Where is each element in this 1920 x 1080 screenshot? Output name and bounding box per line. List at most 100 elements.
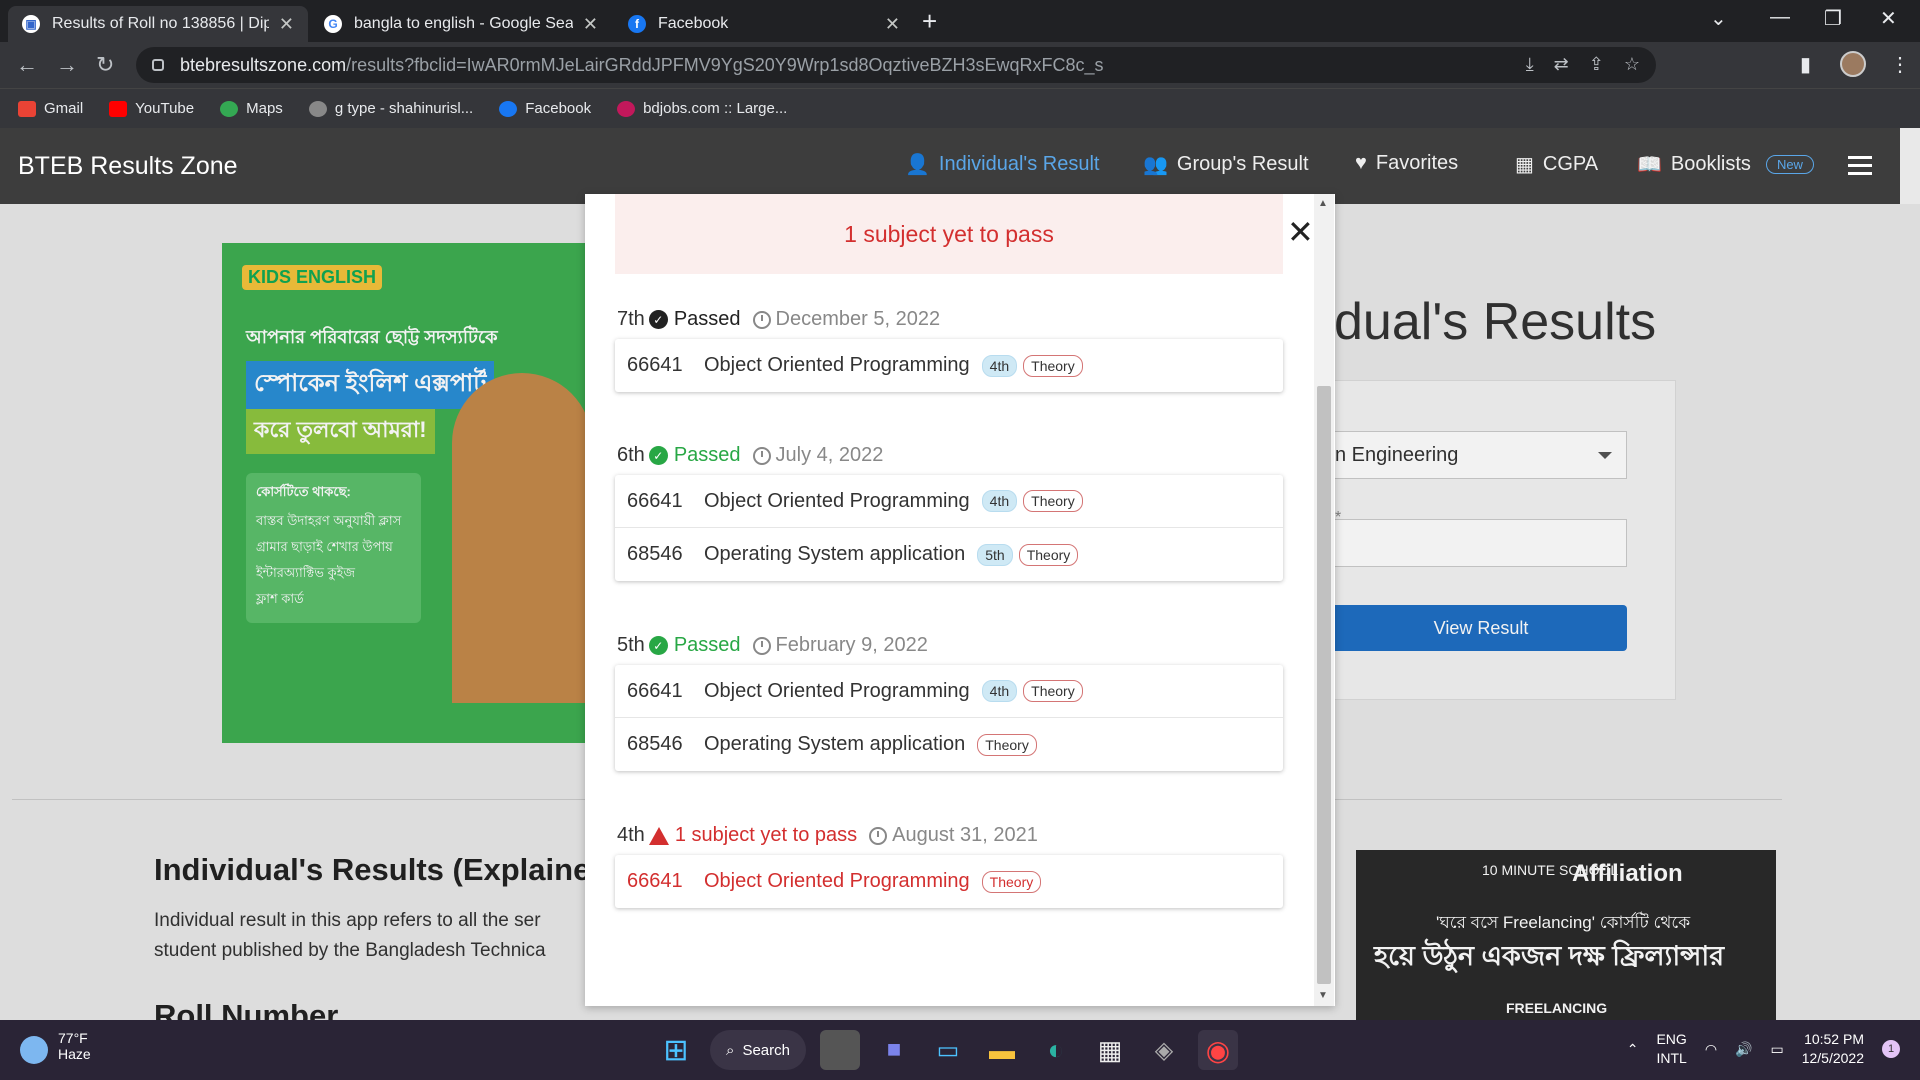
nav-label: Favorites (1375, 152, 1459, 174)
semester-label: 5th (617, 634, 645, 656)
battery-icon[interactable]: ▭ (1770, 1041, 1783, 1058)
time: 10:52 PM (1804, 1031, 1864, 1047)
menu-dots-icon[interactable]: ⋮ (1890, 52, 1910, 77)
tab-title: Facebook (658, 15, 729, 32)
alert-banner: 1 subject yet to pass (615, 194, 1283, 274)
subject-card: 66641 Object Oriented Programming 4th Th… (615, 475, 1283, 581)
bookmark-label: YouTube (135, 100, 195, 117)
taskbar-apps: ⊞ ⌕ Search ■ ▭ ▬ ◐ ▦ ◈ ◉ (656, 1030, 1238, 1070)
clock-icon (752, 446, 771, 465)
semester-label: 4th (617, 824, 645, 846)
url-path: /results?fbclid=IwAR0rmMJeLairGRddJPFMV9… (346, 54, 1104, 75)
close-tab-icon[interactable]: ✕ (885, 14, 900, 35)
bookmark-star-icon[interactable]: ☆ (1624, 54, 1640, 75)
tab-strip: ▣ Results of Roll no 138856 | Diplo ✕ G … (0, 0, 1920, 42)
semester-tag: 4th (981, 354, 1018, 377)
notification-badge[interactable]: 1 (1882, 1040, 1900, 1058)
nav-group-result[interactable]: 👥 Group's Result (1143, 152, 1309, 177)
search-icon: ⌕ (726, 1041, 735, 1059)
bookmark-label: g type - shahinurisl... (334, 100, 474, 117)
scroll-down-icon[interactable]: ▼ (1318, 990, 1328, 1001)
temperature: 77°F (58, 1030, 88, 1046)
tab-results[interactable]: ▣ Results of Roll no 138856 | Diplo ✕ (8, 6, 308, 42)
side-panel-icon[interactable]: ▮ (1800, 52, 1811, 77)
close-tab-icon[interactable]: ✕ (279, 14, 294, 35)
bookmark-facebook[interactable]: Facebook (499, 100, 591, 117)
result-modal: 1 subject yet to pass ✕ 7th ✓ Passed Dec… (585, 194, 1335, 1006)
type-tag: Theory (1023, 680, 1083, 702)
windows-start-icon[interactable]: ⊞ (656, 1030, 696, 1070)
subject-card: 66641 Object Oriented Programming 4th Th… (615, 665, 1283, 771)
weather-condition: Haze (58, 1046, 91, 1062)
taskbar-search[interactable]: ⌕ Search (710, 1030, 806, 1070)
store-icon[interactable]: ▦ (1090, 1030, 1130, 1070)
nav-booklists[interactable]: 📖 Booklists New (1637, 152, 1814, 177)
tab-search-icon[interactable]: ⌄ (1710, 6, 1727, 31)
bookmark-label: Gmail (44, 100, 84, 117)
forward-icon[interactable]: → (56, 52, 78, 78)
edge-icon[interactable]: ◐ (1036, 1030, 1076, 1070)
weather-icon (20, 1036, 48, 1064)
volume-icon[interactable]: 🔊 (1735, 1041, 1752, 1058)
close-window-button[interactable]: ✕ (1880, 6, 1897, 31)
type-tag: Theory (977, 733, 1037, 756)
address-bar[interactable]: btebresultszone.com/results?fbclid=IwAR0… (136, 47, 1656, 83)
nav-label: Group's Result (1176, 153, 1309, 175)
task-view-icon[interactable] (820, 1030, 860, 1070)
semester-tag: 4th (981, 680, 1018, 702)
scroll-up-icon[interactable]: ▲ (1318, 198, 1328, 209)
file-explorer-icon[interactable]: ▬ (982, 1030, 1022, 1070)
nav-cgpa[interactable]: ▦ CGPA (1515, 152, 1598, 177)
bookmark-bdjobs[interactable]: bdjobs.com :: Large... (617, 100, 787, 117)
widgets-icon[interactable]: ▭ (928, 1030, 968, 1070)
bookmark-gtype[interactable]: g type - shahinurisl... (308, 100, 474, 117)
maps-icon (220, 100, 239, 117)
minimize-button[interactable]: — (1770, 6, 1790, 29)
check-circle-icon: ✓ (648, 446, 668, 465)
wifi-icon[interactable]: ◠ (1705, 1041, 1717, 1058)
lock-icon (152, 59, 164, 71)
language-indicator[interactable]: ENG INTL (1656, 1030, 1686, 1068)
semester-date: February 9, 2022 (775, 634, 928, 656)
taskbar-clock[interactable]: 10:52 PM 12/5/2022 (1802, 1030, 1864, 1068)
restore-button[interactable]: ❐ (1824, 6, 1842, 31)
bookmark-maps[interactable]: Maps (220, 100, 283, 117)
facebook-icon: f (628, 15, 646, 33)
app-icon[interactable]: ◈ (1144, 1030, 1184, 1070)
nav-favorites[interactable]: ♥ Favorites (1355, 152, 1458, 175)
new-tab-button[interactable]: + (922, 6, 937, 37)
heart-icon: ♥ (1355, 152, 1367, 174)
install-icon[interactable]: ⤓ (1526, 54, 1534, 75)
bookmark-gmail[interactable]: Gmail (18, 100, 83, 117)
profile-avatar[interactable] (1840, 51, 1866, 77)
semester-label: 6th (617, 444, 645, 466)
scrollbar-thumb[interactable] (1317, 386, 1331, 984)
translate-icon[interactable]: ⇄ (1554, 54, 1569, 75)
semester-header: 6th ✓ Passed July 4, 2022 (617, 444, 883, 467)
subject-code: 66641 (627, 679, 683, 702)
chevron-up-icon[interactable]: ⌃ (1627, 1041, 1639, 1058)
chrome-icon[interactable]: ◉ (1198, 1030, 1238, 1070)
site-favicon-icon: ▣ (22, 15, 40, 33)
back-icon[interactable]: ← (16, 52, 38, 78)
bookmark-youtube[interactable]: YouTube (109, 100, 194, 117)
type-tag: Theory (1018, 543, 1079, 566)
system-tray: ⌃ ENG INTL ◠ 🔊 ▭ 10:52 PM 12/5/2022 1 (1627, 1030, 1900, 1068)
tab-facebook[interactable]: f Facebook ✕ (614, 6, 914, 42)
nav-individual-result[interactable]: 👤 Individual's Result (905, 152, 1099, 177)
teams-chat-icon[interactable]: ■ (874, 1030, 914, 1070)
subject-row: 66641 Object Oriented Programming 4th Th… (615, 665, 1283, 718)
reload-icon[interactable]: ↻ (96, 52, 114, 78)
close-tab-icon[interactable]: ✕ (583, 14, 598, 35)
semester-label: 7th (617, 308, 645, 330)
subject-row: 68546 Operating System application 5th T… (615, 528, 1283, 581)
new-badge: New (1765, 155, 1814, 174)
semester-header: 5th ✓ Passed February 9, 2022 (617, 634, 928, 657)
close-icon[interactable]: ✕ (1287, 216, 1314, 248)
share-icon[interactable]: ⇪ (1589, 54, 1604, 75)
hamburger-menu-icon[interactable] (1848, 156, 1872, 180)
tab-google[interactable]: G bangla to english - Google Searc ✕ (310, 6, 612, 42)
check-circle-icon: ✓ (648, 636, 668, 655)
site-brand[interactable]: BTEB Results Zone (18, 152, 238, 181)
weather-widget[interactable]: 77°F Haze (20, 1030, 91, 1064)
